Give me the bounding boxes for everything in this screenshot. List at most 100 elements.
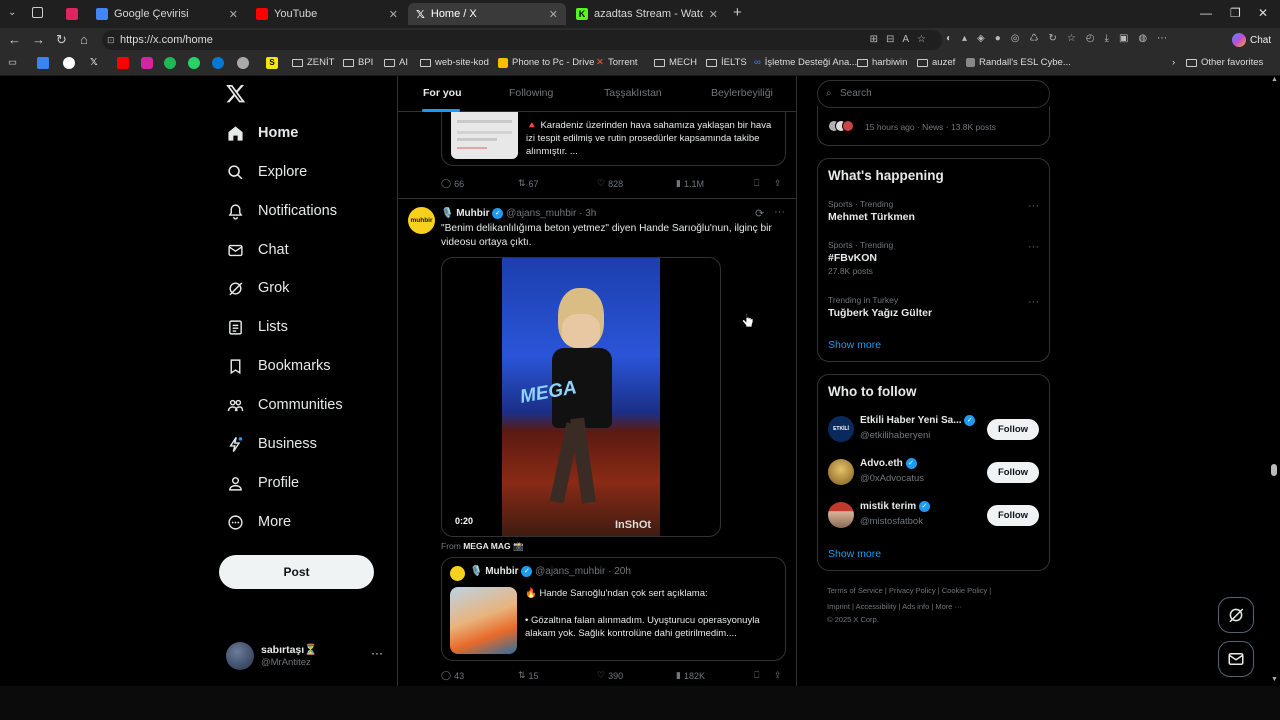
nav-lists[interactable]: Lists — [226, 318, 288, 336]
workspaces-icon[interactable] — [32, 7, 43, 18]
bookmark-phone-to-pc[interactable]: Phone to Pc - Drive — [498, 57, 594, 68]
tab-google-translate[interactable]: Google Çevirisi ✕ — [88, 3, 246, 25]
tab-list-1[interactable]: Taşşaklıstan — [604, 87, 662, 99]
repost-button[interactable]: ⇅ 67 — [518, 178, 539, 189]
nav-profile[interactable]: Profile — [226, 474, 299, 492]
bookmark-zenit[interactable]: ZENİT — [292, 57, 334, 68]
bookmark-web-site-kod[interactable]: web-site-kod — [420, 57, 489, 68]
tab-kick-stream[interactable]: K azadtas Stream - Watch Live on K ✕ — [568, 3, 726, 25]
whatsapp-icon[interactable] — [188, 57, 200, 69]
reload-icon[interactable]: ↻ — [56, 32, 67, 48]
repost-button[interactable]: ⇅ 15 — [518, 670, 539, 681]
back-icon[interactable]: ← — [8, 32, 21, 47]
more-horizontal-icon[interactable]: ··· — [1028, 200, 1039, 212]
bookmark-randalls[interactable]: Randall's ESL Cybe... — [966, 57, 1071, 68]
follow-suggestion[interactable]: mistik terim ✓ @mistosfatbok Follow — [818, 497, 1049, 533]
reply-button[interactable]: ◯ 43 — [441, 670, 464, 681]
nav-chat[interactable]: Chat — [226, 241, 289, 259]
share-button[interactable]: ⇪ — [774, 178, 782, 189]
bookmark-auzef[interactable]: auzef — [917, 57, 955, 68]
close-tab-icon[interactable]: ✕ — [549, 8, 558, 21]
bookmark-harbiwin[interactable]: harbiwin — [857, 57, 907, 68]
s-bookmark-icon[interactable]: S — [266, 57, 278, 69]
reply-button[interactable]: ◯ 66 — [441, 178, 464, 189]
minimize-icon[interactable]: — — [1200, 6, 1212, 20]
show-more-link[interactable]: Show more — [828, 548, 881, 560]
tweet-time[interactable]: · 3h — [579, 208, 596, 219]
follow-button[interactable]: Follow — [987, 462, 1039, 483]
grok-floating-button[interactable] — [1218, 597, 1254, 633]
tab-youtube[interactable]: YouTube ✕ — [248, 3, 406, 25]
trend-item[interactable]: Sports · Trending #FBvKON 27.8K posts — [828, 240, 1040, 276]
tweet-video[interactable]: MEGA 0:20 InShOt — [441, 257, 721, 537]
bookmark-site-icon[interactable] — [237, 57, 249, 69]
nav-explore[interactable]: Explore — [226, 163, 307, 181]
nav-communities[interactable]: Communities — [226, 396, 343, 414]
nav-home[interactable]: Home — [226, 124, 298, 142]
share-button[interactable]: ⇪ — [774, 670, 782, 681]
like-button[interactable]: ♡ 828 — [597, 178, 623, 189]
author-handle[interactable]: @ajans_muhbir — [506, 208, 576, 219]
avatar[interactable]: muhbir — [408, 207, 435, 234]
tab-pinned[interactable] — [58, 3, 86, 25]
bookmark-torrent[interactable]: ✕ Torrent — [596, 57, 638, 68]
copilot-chat-button[interactable]: Chat — [1232, 31, 1271, 49]
follow-button[interactable]: Follow — [987, 419, 1039, 440]
more-horizontal-icon[interactable]: ··· — [1028, 241, 1039, 253]
bookmark-site-icon[interactable] — [37, 57, 49, 69]
post-button[interactable]: Post — [219, 555, 374, 589]
youtube-bookmark-icon[interactable] — [117, 57, 129, 69]
trend-item[interactable]: Trending in Turkey Tuğberk Yağız Gülter — [828, 295, 1040, 319]
nav-more[interactable]: More — [226, 513, 291, 531]
tab-list-chevron-icon[interactable]: ⌄ — [8, 7, 16, 18]
bookmark-bpi[interactable]: BPI — [343, 57, 373, 68]
close-tab-icon[interactable]: ✕ — [229, 8, 238, 21]
footer-links[interactable]: Terms of Service | Privacy Policy | Cook… — [827, 586, 991, 595]
bookmark-app-icon[interactable]: ▭ — [8, 57, 17, 68]
views-button[interactable]: ▮ 182K — [676, 670, 705, 681]
tab-list-2[interactable]: Beylerbeyiliği — [711, 87, 773, 99]
trend-item[interactable]: Sports · Trending Mehmet Türkmen — [828, 199, 1040, 223]
bookmark-button[interactable]: ⎕ — [754, 178, 759, 189]
follow-button[interactable]: Follow — [987, 505, 1039, 526]
url-input[interactable]: ⊡ https://x.com/home ⊞⊟A☆ — [102, 30, 942, 50]
bookmark-isletme[interactable]: ∞ İşletme Desteği Ana... — [754, 57, 857, 68]
quoted-tweet-card[interactable]: 🔺 Karadeniz üzerinden hava sahamıza yakl… — [441, 112, 786, 166]
like-button[interactable]: ♡ 390 — [597, 670, 623, 681]
search-input[interactable]: ⌕ Search — [817, 80, 1050, 108]
spotify-icon[interactable] — [164, 57, 176, 69]
google-icon[interactable] — [63, 57, 75, 69]
home-browser-icon[interactable]: ⌂ — [80, 32, 88, 47]
tab-following[interactable]: Following — [509, 87, 553, 99]
x-logo-icon[interactable] — [226, 85, 246, 103]
new-tab-icon[interactable]: + — [733, 4, 742, 21]
account-switcher[interactable]: sabırtaşı⏳ @MrAntitez ··· — [226, 640, 386, 672]
forward-icon[interactable]: → — [32, 32, 45, 47]
footer-links[interactable]: Imprint | Accessibility | Ads info | Mor… — [827, 602, 962, 611]
nav-bookmarks[interactable]: Bookmarks — [226, 357, 331, 375]
author-name[interactable]: 🎙️ Muhbir — [441, 208, 490, 219]
follow-suggestion[interactable]: ETKİLİ Etkili Haber Yeni Sa... ✓ @etkili… — [818, 411, 1049, 447]
nav-grok[interactable]: Grok — [226, 279, 289, 297]
scroll-up-icon[interactable]: ▲ — [1271, 76, 1278, 83]
from-source-link[interactable]: MEGA MAG 📸 — [463, 541, 523, 551]
scroll-down-icon[interactable]: ▼ — [1271, 676, 1278, 683]
messages-floating-button[interactable] — [1218, 641, 1254, 677]
scrollbar-thumb[interactable] — [1271, 464, 1277, 476]
more-horizontal-icon[interactable]: ··· — [774, 206, 785, 218]
bookmark-other-favorites[interactable]: Other favorites — [1186, 57, 1263, 68]
tab-x-home[interactable]: 𝕏 Home / X ✕ — [408, 3, 566, 25]
nav-business[interactable]: Business — [226, 435, 317, 453]
onedrive-icon[interactable] — [212, 57, 224, 69]
site-info-icon[interactable]: ⊡ — [107, 30, 115, 50]
close-tab-icon[interactable]: ✕ — [709, 8, 718, 21]
more-horizontal-icon[interactable]: ··· — [1028, 296, 1039, 308]
more-horizontal-icon[interactable]: ··· — [371, 646, 383, 660]
close-window-icon[interactable]: ✕ — [1258, 6, 1268, 20]
extension-icons[interactable]: ◐▴◈●◎♺↻☆◴⤓▣◍⋯ — [946, 33, 1177, 44]
address-actions-icon[interactable]: ⊞⊟A☆ — [870, 30, 934, 50]
views-button[interactable]: ▮ 1.1M — [676, 178, 704, 189]
instagram-icon[interactable] — [141, 57, 153, 69]
nav-notifications[interactable]: Notifications — [226, 202, 337, 220]
grok-explain-icon[interactable]: ⟳ — [755, 207, 764, 220]
